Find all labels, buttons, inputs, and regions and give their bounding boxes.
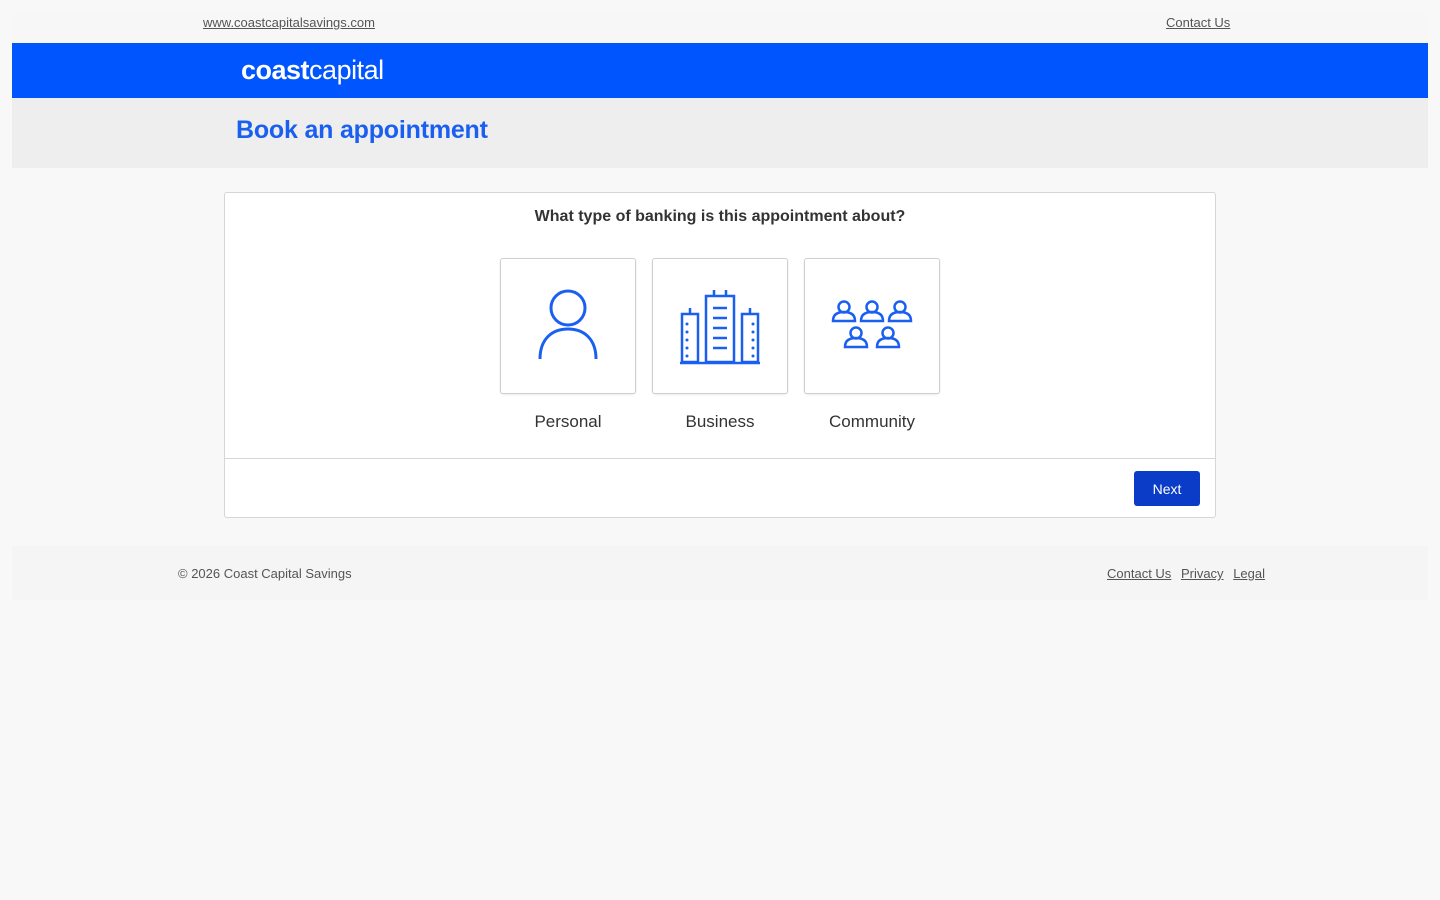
- footer-contact-link[interactable]: Contact Us: [1107, 566, 1171, 581]
- website-link[interactable]: www.coastcapitalsavings.com: [203, 15, 375, 30]
- page-title: Book an appointment: [236, 116, 488, 144]
- page-title-bar: Book an appointment: [12, 98, 1428, 168]
- banking-type-card: What type of banking is this appointment…: [224, 192, 1216, 518]
- brand-header: coastcapital: [12, 43, 1428, 98]
- business-tile[interactable]: [652, 258, 788, 394]
- question-heading: What type of banking is this appointment…: [534, 208, 906, 225]
- contact-us-link[interactable]: Contact Us: [1166, 15, 1230, 30]
- logo-text-bold: coast: [241, 55, 310, 85]
- footer-privacy-link[interactable]: Privacy: [1181, 566, 1224, 581]
- option-label-personal: Personal: [534, 412, 602, 431]
- option-community[interactable]: Community: [804, 258, 940, 432]
- person-icon: [538, 289, 598, 360]
- footer: © 2026 Coast Capital Savings Contact Us …: [12, 546, 1428, 600]
- group-icon: [831, 300, 913, 349]
- option-personal[interactable]: Personal: [500, 258, 636, 432]
- buildings-icon: [680, 290, 760, 365]
- footer-legal-link[interactable]: Legal: [1233, 566, 1265, 581]
- personal-tile[interactable]: [500, 258, 636, 394]
- coast-capital-logo[interactable]: coastcapital: [241, 54, 384, 86]
- option-label-business: Business: [685, 412, 755, 431]
- option-label-community: Community: [829, 412, 915, 431]
- next-button[interactable]: Next: [1134, 471, 1200, 506]
- top-utility-bar: www.coastcapitalsavings.com Contact Us: [12, 12, 1428, 43]
- option-business[interactable]: Business: [652, 258, 788, 432]
- community-tile[interactable]: [804, 258, 940, 394]
- footer-links: Contact Us Privacy Legal: [1107, 566, 1271, 581]
- card-divider: [225, 458, 1215, 459]
- logo-text-light: capital: [309, 55, 384, 85]
- copyright-text: © 2026 Coast Capital Savings: [178, 566, 352, 581]
